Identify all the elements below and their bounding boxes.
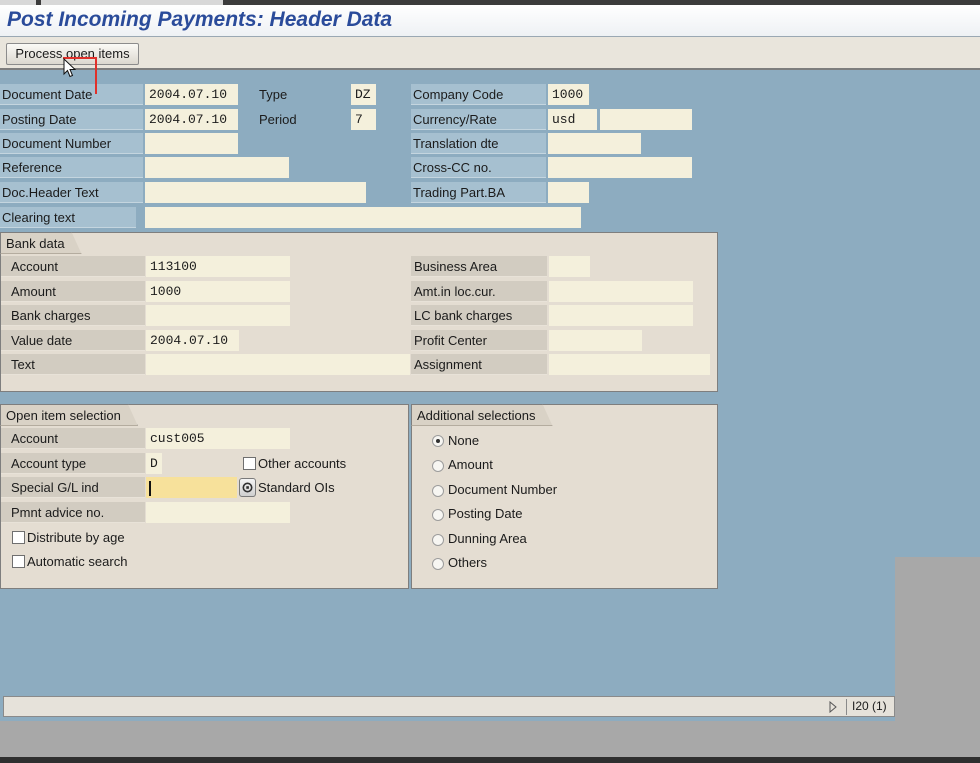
translation-date-field[interactable] [548, 133, 641, 154]
special-gl-ind-field[interactable] [146, 477, 237, 498]
radio-amount-label: Amount [448, 457, 493, 472]
expand-status-icon[interactable] [828, 701, 838, 713]
type-field[interactable]: DZ [351, 84, 376, 105]
bank-charges-field[interactable] [146, 305, 290, 326]
company-code-field[interactable]: 1000 [548, 84, 589, 105]
currency-field[interactable]: usd [548, 109, 597, 130]
other-accounts-label: Other accounts [258, 456, 347, 471]
radio-others[interactable] [432, 558, 444, 570]
assignment-label: Assignment [411, 354, 547, 375]
profit-center-field[interactable] [549, 330, 642, 351]
status-bar: I20 (1) [3, 696, 895, 717]
reference-field[interactable] [145, 157, 289, 178]
reference-label: Reference [0, 157, 143, 178]
amount-local-currency-field[interactable] [549, 281, 693, 302]
bottom-strip [0, 757, 980, 763]
trading-part-ba-field[interactable] [548, 182, 589, 203]
document-date-label: Document Date [0, 84, 143, 105]
cross-cc-no-label: Cross-CC no. [411, 157, 546, 178]
radio-document-number[interactable] [432, 485, 444, 497]
additional-selections-group: Additional selections None Amount Docume… [411, 404, 718, 589]
company-code-label: Company Code [411, 84, 546, 105]
lc-bank-charges-label: LC bank charges [411, 305, 547, 326]
distribute-by-age-label: Distribute by age [27, 530, 125, 545]
automatic-search-checkbox[interactable] [12, 555, 25, 568]
pmnt-advice-no-field[interactable] [146, 502, 290, 523]
oi-account-field[interactable]: cust005 [146, 428, 290, 449]
value-date-label: Value date [1, 330, 145, 351]
currency-rate-label: Currency/Rate [411, 109, 546, 130]
period-field[interactable]: 7 [351, 109, 376, 130]
amount-local-currency-label: Amt.in loc.cur. [411, 281, 547, 302]
bank-account-field[interactable]: 113100 [146, 256, 290, 277]
additional-selections-title: Additional selections [411, 404, 553, 426]
distribute-by-age-checkbox[interactable] [12, 531, 25, 544]
account-type-label: Account type [1, 453, 145, 474]
status-separator [846, 699, 847, 715]
radio-posting-date[interactable] [432, 509, 444, 521]
business-area-field[interactable] [549, 256, 590, 277]
business-area-label: Business Area [411, 256, 547, 277]
document-date-field[interactable]: 2004.07.10 [145, 84, 238, 105]
bank-text-label: Text [1, 354, 145, 375]
special-gl-ind-label: Special G/L ind [1, 477, 145, 498]
radio-posting-date-label: Posting Date [448, 506, 523, 521]
other-accounts-checkbox[interactable] [243, 457, 256, 470]
process-open-items-button[interactable]: Process open items [6, 43, 139, 65]
radio-dunning-area[interactable] [432, 534, 444, 546]
bank-charges-label: Bank charges [1, 305, 145, 326]
posting-date-label: Posting Date [0, 109, 143, 130]
search-help-icon [242, 482, 253, 493]
bank-account-label: Account [1, 256, 145, 277]
document-number-label: Document Number [0, 133, 143, 154]
amount-field[interactable]: 1000 [146, 281, 290, 302]
pmnt-advice-no-label: Pmnt advice no. [1, 502, 145, 523]
assignment-field[interactable] [549, 354, 710, 375]
empty-area [895, 557, 980, 721]
profit-center-label: Profit Center [411, 330, 547, 351]
bottom-area [0, 721, 980, 757]
doc-header-text-label: Doc.Header Text [0, 182, 143, 203]
open-item-selection-title: Open item selection [0, 404, 138, 426]
system-info: I20 (1) [852, 699, 887, 713]
lc-bank-charges-field[interactable] [549, 305, 693, 326]
radio-document-number-label: Document Number [448, 482, 558, 497]
radio-none[interactable] [432, 435, 444, 447]
doc-header-text-field[interactable] [145, 182, 366, 203]
bank-data-title: Bank data [0, 232, 82, 254]
text-cursor [149, 481, 151, 496]
automatic-search-label: Automatic search [27, 554, 128, 569]
standard-ois-label: Standard OIs [258, 480, 335, 495]
trading-part-ba-label: Trading Part.BA [411, 182, 546, 203]
type-label: Type [259, 87, 288, 102]
account-type-field[interactable]: D [146, 453, 162, 474]
application-toolbar: Process open items [0, 37, 980, 70]
standard-ois-search-help-button[interactable] [239, 478, 256, 497]
bank-text-field[interactable] [146, 354, 410, 375]
page-title: Post Incoming Payments: Header Data [7, 8, 393, 31]
amount-label: Amount [1, 281, 145, 302]
radio-others-label: Others [448, 555, 488, 570]
posting-date-field[interactable]: 2004.07.10 [145, 109, 238, 130]
oi-account-label: Account [1, 428, 145, 449]
radio-none-label: None [448, 433, 480, 448]
cross-cc-no-field[interactable] [548, 157, 692, 178]
radio-dunning-area-label: Dunning Area [448, 531, 527, 546]
title-bar: Post Incoming Payments: Header Data [0, 5, 980, 37]
document-number-field[interactable] [145, 133, 238, 154]
value-date-field[interactable]: 2004.07.10 [146, 330, 239, 351]
open-item-selection-group: Open item selection Account cust005 Acco… [0, 404, 409, 589]
radio-amount[interactable] [432, 460, 444, 472]
clearing-text-field[interactable] [145, 207, 581, 228]
clearing-text-label: Clearing text [0, 207, 136, 228]
translation-date-label: Translation dte [411, 133, 546, 154]
bank-data-group: Bank data Account 113100 Business Area A… [0, 232, 718, 392]
period-label: Period [259, 112, 297, 127]
exchange-rate-field[interactable] [600, 109, 692, 130]
